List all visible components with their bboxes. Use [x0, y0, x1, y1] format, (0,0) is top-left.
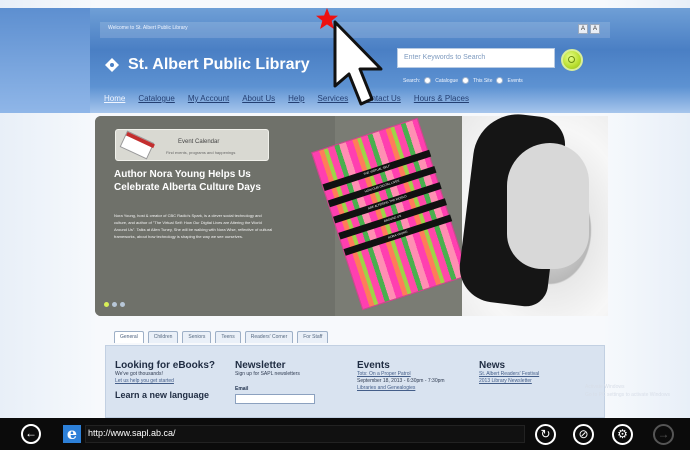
hero-title: Author Nora Young Helps Us Celebrate Alb…	[114, 169, 261, 193]
event-calendar-button[interactable]: Event Calendar Find events, programs and…	[115, 129, 269, 161]
site-logo[interactable]: St. Albert Public Library	[104, 56, 310, 74]
pin-button[interactable]: ⊘	[573, 424, 594, 445]
ebooks-column: Looking for eBooks? We've got thousands!…	[115, 360, 223, 400]
nav-my-account[interactable]: My Account	[188, 94, 229, 103]
web-page: Welcome to St. Albert Public Library A A…	[0, 0, 690, 418]
ebooks-help-link[interactable]: Let us help you get started	[115, 378, 223, 385]
text-size-button-large[interactable]: A	[590, 24, 600, 34]
internet-explorer-icon: e	[63, 425, 81, 443]
watermark-line-1: Activate Windows	[585, 384, 625, 390]
tab-children[interactable]: Children	[147, 331, 179, 343]
site-name: St. Albert Public Library	[128, 56, 310, 73]
event-calendar-subtitle: Find events, programs and happenings	[166, 150, 236, 155]
news-column: News St. Albert Readers' Festival 2013 L…	[479, 360, 599, 385]
nav-home[interactable]: Home	[104, 94, 125, 103]
nav-help[interactable]: Help	[288, 94, 304, 103]
newsletter-heading: Newsletter	[235, 360, 286, 371]
event-calendar-title: Event Calendar	[178, 139, 220, 145]
refresh-button[interactable]: ↻	[535, 424, 556, 445]
news-link-2[interactable]: 2013 Library Newsletter	[479, 378, 599, 385]
watermark-line-2: Go to PC settings to activate Windows	[585, 392, 671, 398]
mouse-pointer-icon	[333, 20, 383, 106]
search-placeholder: Enter Keywords to Search	[404, 54, 486, 61]
search-input[interactable]: Enter Keywords to Search	[397, 48, 555, 68]
magnifier-icon	[568, 56, 575, 63]
event-link-2[interactable]: Libraries and Genealogies	[357, 385, 467, 392]
back-button[interactable]: ←	[21, 424, 41, 444]
url-text[interactable]: http://www.sapl.ab.ca/	[88, 428, 176, 438]
newsletter-column: Newsletter Sign up for SAPL newsletters …	[235, 360, 337, 404]
language-heading: Learn a new language	[115, 390, 210, 400]
tab-teens[interactable]: Teens	[215, 331, 241, 343]
text-size-controls: A A	[578, 24, 600, 34]
main-navigation: Home Catalogue My Account About Us Help …	[104, 94, 469, 103]
news-link[interactable]: St. Albert Readers' Festival	[479, 371, 599, 378]
search-scope-options: Search: Catalogue This Site Events	[403, 77, 523, 84]
ebooks-text: We've got thousands!	[115, 371, 163, 377]
email-label: Email	[235, 386, 249, 392]
events-column: Events Tots: On a Proper Patrol Septembe…	[357, 360, 467, 392]
event-link[interactable]: Tots: On a Proper Patrol	[357, 371, 467, 378]
nav-about-us[interactable]: About Us	[242, 94, 275, 103]
nav-hours-places[interactable]: Hours & Places	[414, 94, 469, 103]
diamond-logo-icon	[105, 58, 119, 72]
event-date: September 18, 2013 - 6:30pm - 7:30pm	[357, 378, 445, 384]
text-size-button-small[interactable]: A	[578, 24, 588, 34]
pin-icon: ⊘	[578, 427, 589, 441]
radio-events-label: Events	[507, 77, 523, 84]
back-arrow-icon: ←	[25, 426, 37, 440]
tab-readers-corner[interactable]: Readers' Corner	[244, 331, 294, 343]
nav-catalogue[interactable]: Catalogue	[138, 94, 174, 103]
news-heading: News	[479, 360, 506, 371]
tab-general[interactable]: General	[114, 331, 144, 343]
search-button[interactable]	[561, 49, 583, 71]
radio-events[interactable]	[496, 77, 504, 84]
forward-button[interactable]: →	[653, 424, 674, 445]
carousel-dot-2[interactable]	[112, 302, 117, 307]
ebooks-heading: Looking for eBooks?	[115, 360, 215, 371]
wrench-icon: ⚙	[617, 427, 628, 441]
tab-seniors[interactable]: Seniors	[182, 331, 212, 343]
tab-for-staff[interactable]: For Staff	[297, 331, 329, 343]
radio-this-site-label: This Site	[473, 77, 493, 84]
newsletter-text: Sign up for SAPL newsletters	[235, 371, 300, 377]
carousel-dot-1[interactable]	[104, 302, 109, 307]
radio-catalogue[interactable]	[424, 77, 432, 84]
portrait-face	[507, 143, 589, 269]
audience-tabs: General Children Seniors Teens Readers' …	[114, 331, 329, 343]
activation-watermark: Activate Windows Go to PC settings to ac…	[585, 383, 670, 399]
radio-this-site[interactable]	[462, 77, 470, 84]
carousel-dots	[104, 302, 125, 307]
forward-arrow-icon: →	[657, 427, 670, 441]
hero-body-text: Nora Young, host & creator of CBC Radio'…	[114, 213, 273, 239]
tools-button[interactable]: ⚙	[612, 424, 633, 445]
email-field[interactable]	[235, 394, 315, 404]
radio-catalogue-label: Catalogue	[435, 77, 459, 84]
search-scope-label: Search:	[403, 77, 421, 84]
welcome-text: Welcome to St. Albert Public Library	[108, 25, 188, 31]
carousel-dot-3[interactable]	[120, 302, 125, 307]
refresh-icon: ↻	[540, 427, 551, 441]
events-heading: Events	[357, 360, 390, 371]
calendar-pencil-icon	[119, 130, 155, 160]
